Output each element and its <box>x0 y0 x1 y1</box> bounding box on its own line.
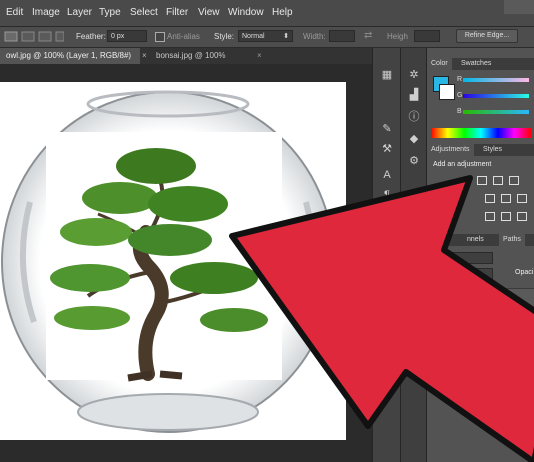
histogram-icon[interactable]: ▟ <box>406 88 422 102</box>
navigator-icon[interactable]: ✲ <box>406 68 422 82</box>
tab-color[interactable]: Color <box>427 58 452 70</box>
document-canvas[interactable] <box>0 82 346 440</box>
layer-comps-icon[interactable]: ◆ <box>406 132 422 146</box>
color-ramp[interactable] <box>431 128 531 138</box>
canvas-image <box>1 90 335 433</box>
selection-mode-icons[interactable] <box>4 30 65 43</box>
add-adjustment-label: Add an adjustment <box>433 161 492 168</box>
paragraph-icon[interactable]: ¶ <box>379 188 395 202</box>
menu-view[interactable]: View <box>198 7 220 18</box>
color-balance-icon[interactable] <box>501 194 511 203</box>
color-panel-tabs: Color Swatches <box>427 58 534 70</box>
menu-layer[interactable]: Layer <box>67 7 92 18</box>
info-icon[interactable]: ⓘ <box>406 110 422 124</box>
close-icon[interactable]: × <box>142 51 147 60</box>
width-input[interactable] <box>329 30 355 42</box>
green-slider[interactable] <box>463 94 529 98</box>
width-label: Width: <box>303 32 326 41</box>
layer-thumbnail <box>449 340 471 362</box>
panel-dock-strip: ▦ ✎ ⚒ A ¶ <box>372 48 401 462</box>
layer-row-background[interactable]: ◉ Backgro... <box>427 336 534 363</box>
tab-bonsai[interactable]: bonsai.jpg @ 100% (RGB/8) <box>150 48 258 76</box>
layers-panel-tabs: nnels Paths <box>427 234 534 246</box>
layer-name: Backgro... <box>483 346 515 353</box>
antialias-checkbox[interactable] <box>155 32 165 42</box>
hue-saturation-icon[interactable] <box>485 194 495 203</box>
panel-icon-strip: ✲ ▟ ⓘ ◆ ⚙ <box>400 48 427 462</box>
select-arrows-icon: ⬍ <box>283 33 289 40</box>
tool-presets-icon[interactable]: ⚙ <box>406 154 422 168</box>
height-label: Heigh <box>387 32 408 41</box>
feather-input[interactable]: 0 px <box>107 30 147 42</box>
curves-icon[interactable] <box>493 176 503 185</box>
menu-edit[interactable]: Edit <box>6 7 23 18</box>
brightness-icon[interactable]: ☀ <box>461 176 471 185</box>
menu-bar: Edit Image Layer Type Select Filter View… <box>0 0 534 27</box>
channel-r-label: R <box>457 76 463 83</box>
opacity-label: Opaci <box>515 269 534 276</box>
photo-filter-icon[interactable] <box>517 194 527 203</box>
bonsai-image <box>46 132 282 382</box>
exposure-icon[interactable] <box>509 176 519 185</box>
blend-mode-select[interactable] <box>431 268 493 280</box>
gradient-map-icon[interactable] <box>517 212 527 221</box>
threshold-icon[interactable] <box>501 212 511 221</box>
channel-b-label: B <box>457 108 462 115</box>
feather-label: Feather: <box>76 32 106 41</box>
menu-select[interactable]: Select <box>130 7 158 18</box>
layer-row[interactable] <box>427 288 534 315</box>
menu-filter[interactable]: Filter <box>166 7 188 18</box>
style-label: Style: <box>214 32 235 41</box>
levels-icon[interactable] <box>477 176 487 185</box>
tab-styles[interactable]: Styles <box>479 144 506 156</box>
tab-swatches[interactable]: Swatches <box>457 58 495 70</box>
menu-image[interactable]: Image <box>32 7 60 18</box>
height-input[interactable] <box>414 30 440 42</box>
close-icon[interactable]: × <box>257 51 262 60</box>
type-icon[interactable]: A <box>379 168 395 182</box>
history-icon[interactable]: ▦ <box>379 68 395 82</box>
options-bar: Feather: 0 px Anti-alias Style: Normal ⬍ … <box>0 27 534 48</box>
channel-g-label: G <box>457 92 463 99</box>
tab-channels[interactable]: nnels <box>463 234 488 246</box>
menu-window[interactable]: Window <box>228 7 264 18</box>
stamp-icon[interactable]: ⚒ <box>379 142 395 156</box>
document-tab-bar: owl.jpg @ 100% (Layer 1, RGB/8#) * × bon… <box>0 48 372 76</box>
tab-paths[interactable]: Paths <box>499 234 525 246</box>
style-select-value: Normal <box>242 33 265 40</box>
invert-icon[interactable] <box>485 212 495 221</box>
window-controls[interactable] <box>504 0 534 14</box>
menu-type[interactable]: Type <box>99 7 121 18</box>
selection-mode-icon[interactable] <box>4 30 65 43</box>
brush-icon[interactable]: ✎ <box>379 122 395 136</box>
red-slider[interactable] <box>463 78 529 82</box>
refine-edge-button[interactable]: Refine Edge... <box>456 29 518 43</box>
layer-filter-select[interactable] <box>431 252 493 264</box>
right-panels: Color Swatches R G B Adjustments Styles … <box>426 48 534 462</box>
antialias-label: Anti-alias <box>167 32 200 41</box>
blue-slider[interactable] <box>463 110 529 114</box>
visibility-eye-icon[interactable]: ◉ <box>433 345 440 354</box>
tab-owl[interactable]: owl.jpg @ 100% (Layer 1, RGB/8#) * <box>0 48 140 76</box>
swap-icon[interactable]: ⇄ <box>364 30 372 41</box>
menu-help[interactable]: Help <box>272 7 293 18</box>
adjustments-panel-tabs: Adjustments Styles <box>427 144 534 156</box>
background-color-swatch[interactable] <box>439 84 455 100</box>
style-select[interactable]: Normal ⬍ <box>238 30 293 42</box>
tab-adjustments[interactable]: Adjustments <box>427 144 474 156</box>
